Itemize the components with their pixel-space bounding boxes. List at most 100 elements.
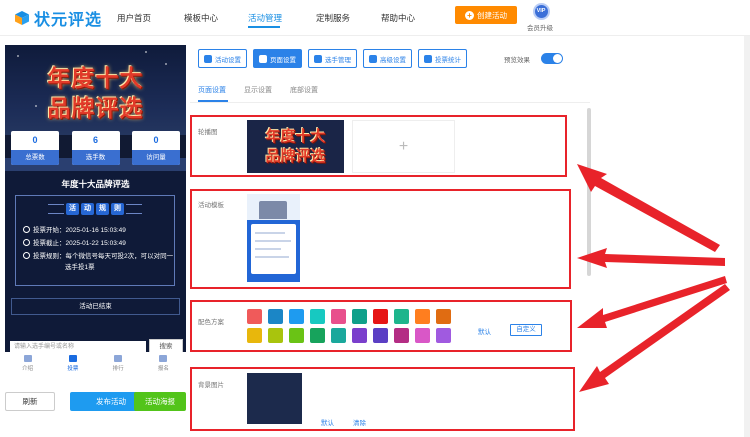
- background-label: 背景图片: [198, 382, 224, 389]
- background-image[interactable]: [247, 373, 302, 424]
- button-label: 活动设置: [215, 56, 241, 64]
- tab-label: 排行: [112, 366, 124, 372]
- annotation-arrows: [577, 164, 730, 392]
- stat-label: 访问量: [132, 150, 180, 165]
- color-swatch[interactable]: [415, 309, 430, 324]
- preview-toggle[interactable]: [541, 53, 563, 64]
- carousel-label: 轮播图: [198, 129, 218, 136]
- color-custom-button[interactable]: 自定义: [510, 324, 542, 336]
- color-default-button[interactable]: 默认: [478, 326, 491, 336]
- nav-item-custom[interactable]: 定制服务: [316, 12, 350, 24]
- carousel-image[interactable]: 年度十大 品牌评选: [247, 120, 344, 173]
- page-settings-button[interactable]: 页面设置: [253, 49, 302, 68]
- color-swatch[interactable]: [247, 328, 262, 343]
- tab-display-settings[interactable]: 显示设置: [244, 85, 272, 97]
- stat-contestants: 6 选手数: [71, 131, 120, 165]
- button-label: 选手管理: [325, 56, 351, 64]
- nav-active-underline: [248, 26, 280, 28]
- template-line: [255, 232, 285, 234]
- color-swatch[interactable]: [268, 328, 283, 343]
- stat-visits: 0 访问量: [132, 131, 180, 165]
- vip-label: 会员升级: [527, 25, 553, 32]
- tab-signup[interactable]: 报名: [148, 355, 178, 372]
- nav-item-home[interactable]: 用户首页: [117, 12, 151, 24]
- color-swatch[interactable]: [373, 309, 388, 324]
- poster-button[interactable]: 活动海报: [134, 392, 186, 411]
- settings-toolbar: 活动设置 页面设置 选手管理 高级设置 投票统计: [198, 49, 467, 68]
- carousel-image-line2: 品牌评选: [265, 147, 326, 165]
- rule-voting-cont: 选手投1票: [65, 264, 95, 271]
- color-swatch[interactable]: [310, 309, 325, 324]
- activity-settings-button[interactable]: 活动设置: [198, 49, 247, 68]
- bar-chart-icon: [424, 54, 432, 63]
- chart-icon: [114, 355, 123, 362]
- nav-item-activity[interactable]: 活动管理: [248, 12, 282, 24]
- clock-icon: [23, 226, 30, 233]
- divider: [48, 204, 64, 214]
- add-carousel-button[interactable]: +: [352, 120, 455, 173]
- rules-heading-char: 活: [66, 203, 79, 215]
- button-label: 高级设置: [380, 56, 406, 64]
- rule-text: 投票开始：2025-01-16 15:03:49: [33, 227, 126, 234]
- template-thumbnail[interactable]: [247, 194, 300, 282]
- stat-value: 6: [92, 135, 98, 145]
- template-line: [255, 240, 291, 242]
- color-swatch[interactable]: [436, 328, 451, 343]
- activity-ended-bar: 活动已结束: [11, 298, 180, 315]
- divider: [126, 204, 142, 214]
- color-swatch[interactable]: [352, 309, 367, 324]
- refresh-button[interactable]: 刷新: [5, 392, 55, 411]
- color-swatch[interactable]: [394, 328, 409, 343]
- top-nav: 状元评选 用户首页 模板中心 活动管理 定制服务 帮助中心 + 创建活动 VIP…: [0, 0, 750, 36]
- toggle-knob: [553, 54, 562, 63]
- nav-item-templates[interactable]: 模板中心: [184, 12, 218, 24]
- signup-icon: [159, 355, 168, 362]
- color-scheme-label: 配色方案: [198, 319, 224, 326]
- nav-item-help[interactable]: 帮助中心: [381, 12, 415, 24]
- color-swatch[interactable]: [331, 328, 346, 343]
- color-swatch[interactable]: [289, 309, 304, 324]
- rule-voting: 投票规则：每个微信号每天可投2次，可以对同一: [23, 251, 173, 262]
- tab-label: 报名: [157, 366, 169, 372]
- page-gear-icon: [259, 54, 267, 63]
- preview-toggle-label: 预览效果: [504, 57, 530, 64]
- clock-icon: [23, 252, 30, 259]
- tab-intro[interactable]: 介绍: [13, 355, 43, 372]
- rule-end: 投票截止：2025-01-22 15:03:49: [23, 238, 126, 249]
- stat-label: 选手数: [71, 150, 120, 165]
- tab-page-settings[interactable]: 页面设置: [198, 85, 226, 97]
- color-swatch[interactable]: [415, 328, 430, 343]
- logo[interactable]: 状元评选: [14, 7, 102, 29]
- users-icon: [314, 54, 322, 63]
- color-swatch[interactable]: [331, 309, 346, 324]
- color-swatch[interactable]: [268, 309, 283, 324]
- preview-tabbar: 介绍 投票 排行 报名: [5, 352, 186, 375]
- create-activity-label: 创建活动: [477, 10, 507, 20]
- template-line: [255, 248, 281, 250]
- activity-title: 年度十大品牌评选: [61, 179, 130, 189]
- contestant-manage-button[interactable]: 选手管理: [308, 49, 357, 68]
- bg-clear-button[interactable]: 清除: [353, 417, 366, 427]
- color-swatch[interactable]: [373, 328, 388, 343]
- color-swatch[interactable]: [310, 328, 325, 343]
- advanced-settings-button[interactable]: 高级设置: [363, 49, 412, 68]
- color-swatch[interactable]: [352, 328, 367, 343]
- cube-logo-icon: [15, 11, 29, 25]
- rule-text: 投票截止：2025-01-22 15:03:49: [33, 240, 126, 247]
- color-swatch[interactable]: [247, 309, 262, 324]
- bg-default-button[interactable]: 默认: [321, 417, 334, 427]
- tab-label: 介绍: [22, 366, 34, 372]
- stat-value: 0: [153, 135, 159, 145]
- logo-text: 状元评选: [34, 12, 103, 29]
- color-swatch[interactable]: [394, 309, 409, 324]
- tab-vote[interactable]: 投票: [58, 355, 88, 372]
- clock-icon: [23, 239, 30, 246]
- create-activity-button[interactable]: + 创建活动: [455, 6, 517, 24]
- tab-ranking[interactable]: 排行: [103, 355, 133, 372]
- vote-stats-button[interactable]: 投票统计: [418, 49, 467, 68]
- tab-footer-settings[interactable]: 底部设置: [290, 85, 318, 97]
- color-swatch[interactable]: [436, 309, 451, 324]
- color-swatch[interactable]: [289, 328, 304, 343]
- stats-row: 0 总票数 6 选手数 0 访问量: [11, 131, 180, 173]
- vip-upgrade[interactable]: VIP 会员升级: [527, 3, 554, 32]
